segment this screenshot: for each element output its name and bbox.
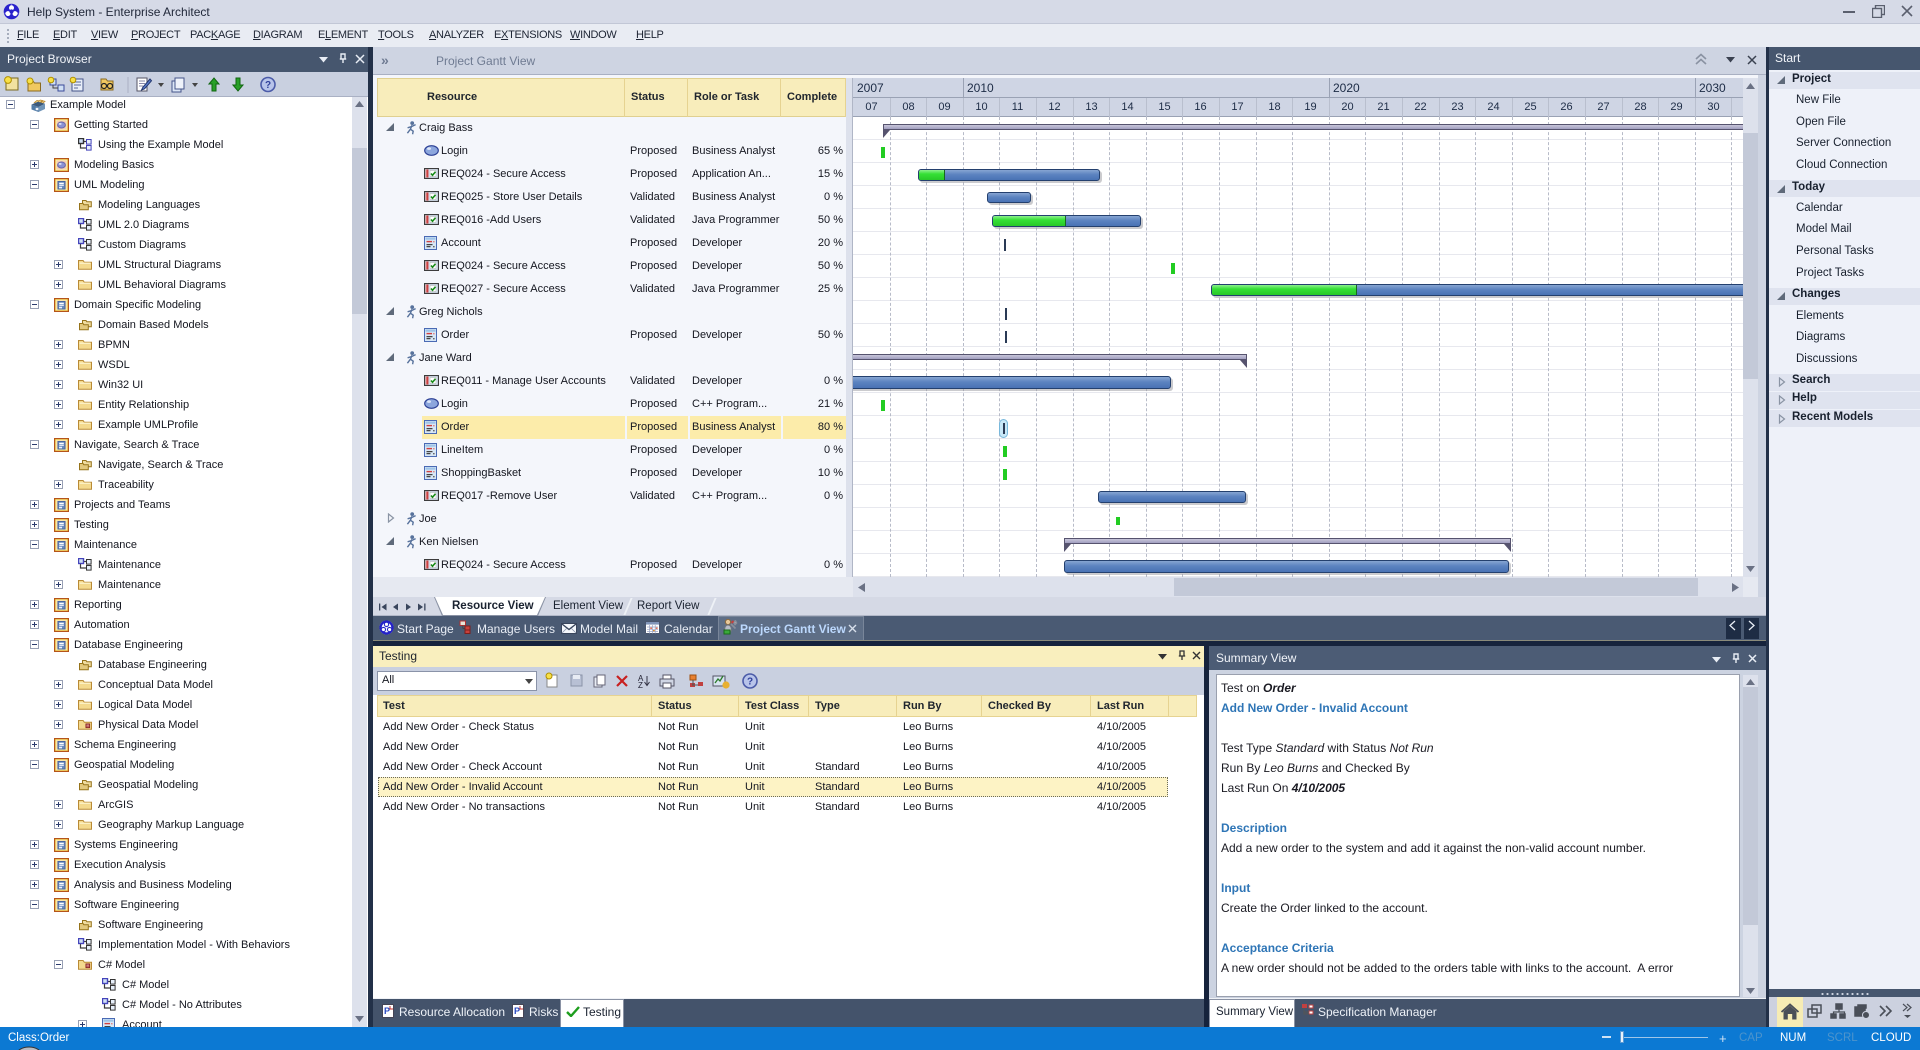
svg-text:?: ? (265, 80, 271, 91)
svg-text:?: ? (747, 677, 753, 688)
svg-text:P: P (384, 1006, 390, 1016)
svg-text:P: P (514, 1006, 520, 1016)
svg-text:Z: Z (638, 681, 643, 690)
